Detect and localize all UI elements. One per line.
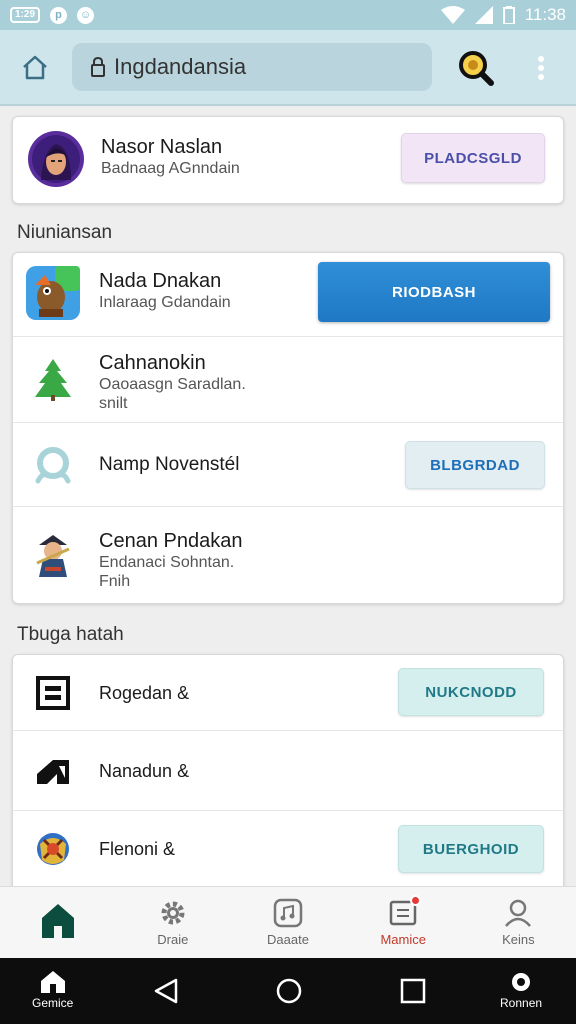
- slash-logo-icon: [25, 743, 81, 799]
- row-title: Nada Dnakan: [99, 270, 222, 292]
- signal-icon: [474, 6, 493, 24]
- home-icon: [23, 55, 47, 80]
- search-icon: [459, 51, 494, 86]
- nav-label: Mamice: [380, 932, 426, 947]
- system-home-button[interactable]: Gemice: [32, 970, 73, 1010]
- game-character-icon: [25, 265, 81, 321]
- section2-card: Rogedan & NUKCNODD Nanadun & Flenoni & B…: [12, 654, 564, 894]
- nav-draie[interactable]: Draie: [115, 887, 230, 958]
- warrior-icon: [25, 527, 81, 583]
- box-icon: [25, 665, 81, 721]
- list-item[interactable]: Flenoni & BUERGHOID: [13, 811, 563, 893]
- row-title: Cahnanokin: [99, 352, 206, 374]
- list-item[interactable]: Rogedan & NUKCNODD: [13, 655, 563, 731]
- home-button[interactable]: [18, 50, 52, 84]
- status-time: 11:38: [524, 5, 566, 24]
- system-navigation-bar: Gemice Ronnen: [0, 958, 576, 1024]
- row-subtitle: Inlaraag Gdandain: [99, 294, 231, 311]
- row-action-button[interactable]: NUKCNODD: [398, 668, 544, 716]
- row-title: Namp Novenstél: [99, 454, 240, 475]
- back-triangle-icon: [154, 978, 178, 1004]
- wifi-icon: [440, 6, 465, 24]
- list-item[interactable]: Cahnanokin Oaoaasgn Saradlan. snilt: [13, 337, 563, 423]
- row-action-button[interactable]: BLBGRDAD: [405, 441, 545, 489]
- nav-home[interactable]: [0, 887, 115, 958]
- home-circle-icon: [276, 978, 302, 1004]
- search-button[interactable]: [456, 48, 496, 88]
- recents-button[interactable]: [400, 978, 426, 1004]
- nav-mamice[interactable]: Mamice: [346, 887, 461, 958]
- nav-label: Keins: [502, 932, 535, 947]
- status-bar: 1:29 p ☺ 11:38: [0, 0, 576, 30]
- notification-badge: [409, 895, 421, 906]
- system-left-label: Gemice: [32, 996, 74, 1010]
- section-title-1: Niuniansan: [17, 222, 113, 243]
- row-subtitle-2: Fnih: [99, 573, 131, 590]
- system-right-button[interactable]: Ronnen: [500, 972, 542, 1010]
- nav-daaate[interactable]: Daaate: [230, 887, 345, 958]
- top-app-bar: Ingdandansia: [0, 30, 576, 106]
- smiley-icon: ☺: [77, 6, 95, 24]
- lock-icon: [91, 56, 105, 77]
- list-item[interactable]: Nada Dnakan Inlaraag Gdandain RIODBASH: [13, 253, 563, 337]
- bottom-navigation: Draie Daaate Mamice Keins: [0, 886, 576, 958]
- system-right-label: Ronnen: [500, 996, 543, 1010]
- nav-label: Draie: [157, 932, 189, 947]
- back-button[interactable]: [154, 978, 178, 1004]
- row-subtitle: Endanaci Sohntan.: [99, 554, 235, 571]
- avatar[interactable]: [27, 130, 85, 188]
- url-bar[interactable]: Ingdandansia: [72, 43, 432, 91]
- profile-name: Nasor Naslan: [101, 136, 223, 158]
- row-title: Flenoni &: [99, 839, 176, 859]
- nav-keins[interactable]: Keins: [461, 887, 576, 958]
- list-item[interactable]: Namp Novenstél BLBGRDAD: [13, 423, 563, 507]
- row-title: Cenan Pndakan: [99, 530, 243, 552]
- section1-card: Nada Dnakan Inlaraag Gdandain RIODBASH C…: [12, 252, 564, 604]
- media-icon: [273, 898, 303, 928]
- home-filled-icon: [40, 971, 65, 993]
- nav-label: Daaate: [267, 932, 309, 947]
- home-filled-icon: [41, 903, 74, 938]
- ring-icon: [25, 437, 81, 493]
- profile-subtitle: Badnaag AGnndain: [101, 160, 240, 177]
- row-action-button[interactable]: RIODBASH: [318, 262, 550, 322]
- tree-icon: [25, 351, 81, 407]
- battery-icon: [502, 6, 515, 24]
- row-title: Nanadun &: [99, 761, 190, 781]
- home-circle-button[interactable]: [275, 977, 303, 1005]
- row-title: Rogedan &: [99, 683, 190, 703]
- more-vert-icon[interactable]: [530, 52, 552, 84]
- row-subtitle: Oaoaasgn Saradlan.: [99, 376, 246, 393]
- shield-game-icon: [25, 821, 81, 877]
- p-icon: p: [50, 6, 68, 24]
- row-subtitle-2: snilt: [99, 395, 128, 412]
- row-action-button[interactable]: BUERGHOID: [398, 825, 544, 873]
- gear-icon: [161, 901, 185, 925]
- url-text: Ingdandansia: [114, 54, 247, 79]
- pin-icon: [512, 973, 531, 991]
- profile-action-button[interactable]: PLADCSGLD: [401, 133, 545, 183]
- list-item[interactable]: Cenan Pndakan Endanaci Sohntan. Fnih: [13, 507, 563, 603]
- recents-square-icon: [400, 978, 426, 1004]
- person-icon: [505, 899, 532, 927]
- section-title-2: Tbuga hatah: [17, 624, 124, 645]
- status-chip: 1:29: [10, 7, 41, 23]
- list-item[interactable]: Nanadun &: [13, 731, 563, 811]
- profile-card: Nasor Naslan Badnaag AGnndain PLADCSGLD: [12, 116, 564, 204]
